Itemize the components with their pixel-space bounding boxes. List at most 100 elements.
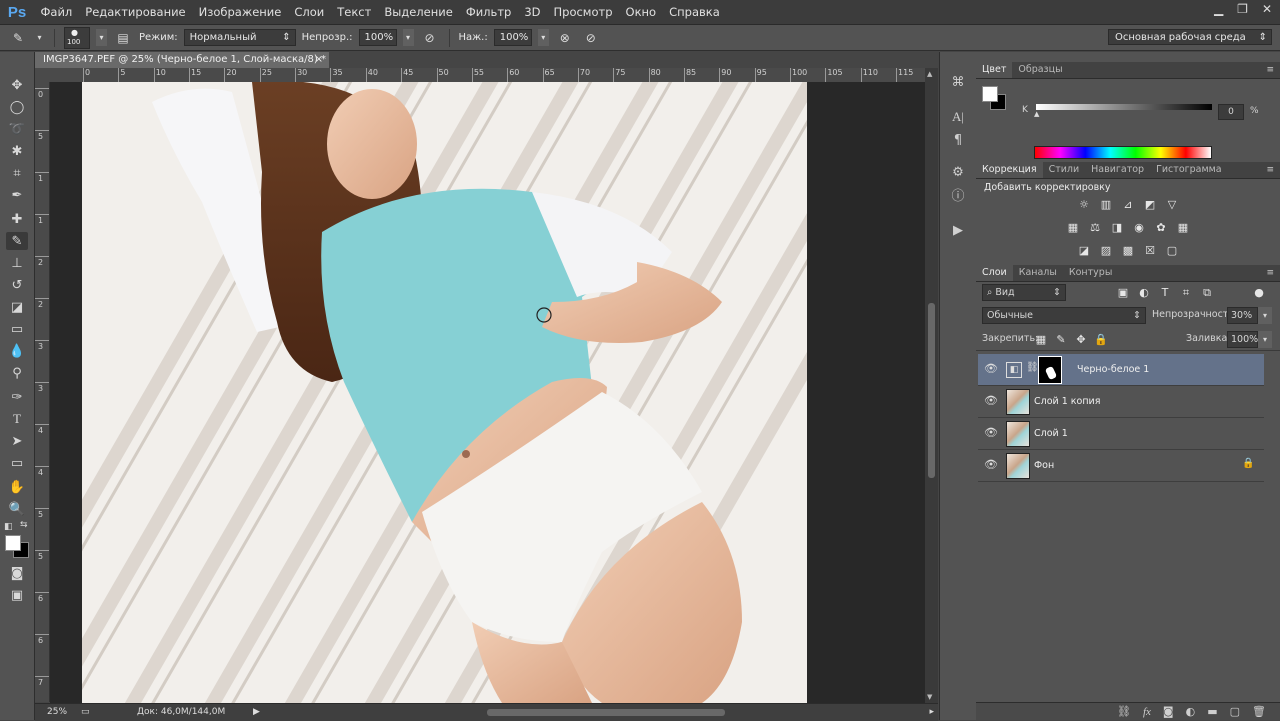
panel-menu-icon[interactable]: ≡ (1266, 62, 1274, 78)
type-tool-icon[interactable]: T (6, 410, 28, 428)
rectangle-tool-icon[interactable]: ▭ (6, 454, 28, 472)
mask-link-icon[interactable]: ⛓ (1026, 362, 1039, 373)
menu-edit[interactable]: Редактирование (79, 5, 192, 19)
visibility-eye-icon[interactable]: 👁 (984, 426, 998, 440)
layer-style-icon[interactable]: fx (1143, 703, 1151, 720)
menu-window[interactable]: Окно (619, 5, 663, 19)
hue-saturation-icon[interactable]: ⚖ (1088, 221, 1102, 234)
quick-mask-icon[interactable]: ◙ (6, 564, 28, 582)
invert-icon[interactable]: ◪ (1077, 244, 1091, 257)
gradient-map-icon[interactable]: ☒ (1143, 244, 1157, 257)
new-layer-icon[interactable]: ▢ (1230, 703, 1240, 720)
brush-tool-icon[interactable]: ✎ (6, 232, 28, 250)
fill-dropdown[interactable]: ▾ (1258, 331, 1272, 348)
filter-toggle-icon[interactable]: ● (1252, 286, 1266, 299)
document-tab[interactable]: IMGP3647.PEF @ 25% (Черно-белое 1, Слой-… (35, 52, 329, 68)
layer-row[interactable]: 👁 Фон 🔒 (978, 450, 1264, 482)
selective-color-icon[interactable]: ▢ (1165, 244, 1179, 257)
airbrush-icon[interactable]: ⊗ (555, 29, 575, 47)
opacity-dropdown[interactable]: ▾ (402, 29, 414, 46)
lasso-tool-icon[interactable]: ➰ (6, 120, 28, 138)
tab-navigator[interactable]: Навигатор (1085, 162, 1150, 178)
brush-size-dropdown[interactable]: ▾ (96, 29, 107, 46)
menu-file[interactable]: Файл (34, 5, 79, 19)
restore-button[interactable]: ❐ (1237, 2, 1248, 16)
zoom-tool-icon[interactable]: 🔍 (6, 500, 28, 518)
gradient-triangle-icon[interactable]: ▽ (1165, 198, 1179, 211)
brush-panel-toggle-icon[interactable]: ▤ (113, 29, 133, 47)
menu-select[interactable]: Выделение (378, 5, 460, 19)
new-group-icon[interactable]: ▬ (1207, 703, 1217, 720)
layer-name[interactable]: Фон (1034, 450, 1054, 481)
vibrance-adjustment-icon[interactable]: ▦ (1066, 221, 1080, 234)
close-document-icon[interactable]: × (315, 52, 323, 68)
layer-opacity-input[interactable]: 30% (1227, 307, 1258, 324)
menu-help[interactable]: Справка (663, 5, 727, 19)
close-button[interactable]: ✕ (1262, 2, 1272, 16)
color-spectrum-bar[interactable] (1034, 146, 1212, 159)
menu-image[interactable]: Изображение (192, 5, 288, 19)
filter-type-icon[interactable]: T (1158, 286, 1172, 299)
pressure-size-icon[interactable]: ⊘ (581, 29, 601, 47)
eyedropper-tool-icon[interactable]: ✒ (6, 186, 28, 204)
pressure-opacity-icon[interactable]: ⊘ (420, 29, 440, 47)
scroll-right-icon[interactable]: ▸ (929, 704, 934, 721)
gray-slider-track[interactable] (1036, 104, 1212, 110)
vertical-scroll-thumb[interactable] (928, 303, 935, 478)
default-colors-icon[interactable]: ◧ (4, 522, 13, 532)
menu-view[interactable]: Просмотр (547, 5, 619, 19)
lock-position-icon[interactable]: ✥ (1074, 333, 1088, 346)
tab-layers[interactable]: Слои (976, 265, 1013, 281)
layer-opacity-dropdown[interactable]: ▾ (1258, 307, 1272, 324)
filter-adjustment-icon[interactable]: ◐ (1137, 286, 1151, 299)
slider-handle-icon[interactable]: ▲ (1034, 110, 1039, 118)
panel-menu-icon[interactable]: ≡ (1266, 265, 1274, 281)
threshold-icon[interactable]: ▩ (1121, 244, 1135, 257)
delete-layer-icon[interactable]: 🗑 (1252, 703, 1266, 720)
minimize-button[interactable]: ▁ (1214, 2, 1223, 16)
posterize-icon[interactable]: ▨ (1099, 244, 1113, 257)
layer-filter-select[interactable]: ⌕ Вид ⇕ (982, 284, 1066, 301)
pen-tool-icon[interactable]: ✑ (6, 388, 28, 406)
visibility-eye-icon[interactable]: 👁 (984, 458, 998, 472)
layer-row[interactable]: 👁 ◧ ⛓ Черно-белое 1 (978, 354, 1264, 386)
new-adjustment-icon[interactable]: ◐ (1186, 703, 1196, 720)
vertical-ruler[interactable]: 0 5 1 1 2 2 3 3 4 4 5 5 6 6 7 (35, 82, 50, 702)
curves-adjustment-icon[interactable]: ⊿ (1121, 198, 1135, 211)
filter-pixel-icon[interactable]: ▣ (1116, 286, 1130, 299)
dodge-tool-icon[interactable]: ⚲ (6, 364, 28, 382)
lock-pixels-icon[interactable]: ✎ (1054, 333, 1068, 346)
actions-panel-icon[interactable]: ▶ (948, 222, 968, 240)
color-lookup-icon[interactable]: ▦ (1176, 221, 1190, 234)
clone-stamp-tool-icon[interactable]: ⊥ (6, 254, 28, 272)
brush-tool-preset-icon[interactable]: ✎ (8, 29, 28, 47)
swap-colors-icon[interactable]: ⇆ (20, 520, 28, 530)
tab-styles[interactable]: Стили (1043, 162, 1086, 178)
filter-smart-object-icon[interactable]: ⧉ (1200, 286, 1214, 299)
menu-type[interactable]: Текст (331, 5, 378, 19)
tool-presets-icon[interactable]: ⚙ (948, 164, 968, 182)
photo-filter-icon[interactable]: ◉ (1132, 221, 1146, 234)
history-panel-icon[interactable]: ⌘ (948, 74, 968, 92)
tab-adjustments[interactable]: Коррекция (976, 162, 1043, 178)
tab-swatches[interactable]: Образцы (1012, 62, 1068, 78)
levels-adjustment-icon[interactable]: ▥ (1099, 198, 1113, 211)
visibility-eye-icon[interactable]: 👁 (984, 394, 998, 408)
tab-color[interactable]: Цвет (976, 62, 1013, 78)
blend-mode-select[interactable]: Обычные ⇕ (982, 307, 1146, 324)
flow-input[interactable]: 100% (493, 29, 532, 46)
character-panel-icon[interactable]: A| (948, 108, 968, 126)
info-panel-icon[interactable]: ⓘ (948, 188, 968, 206)
lock-all-icon[interactable]: 🔒 (1094, 333, 1108, 346)
color-panel-fg-swatch[interactable] (982, 86, 998, 102)
tab-channels[interactable]: Каналы (1013, 265, 1063, 281)
layer-row[interactable]: 👁 Слой 1 (978, 418, 1264, 450)
menu-3d[interactable]: 3D (518, 5, 547, 19)
brush-size-picker[interactable]: ● 100 (64, 26, 90, 49)
mode-select[interactable]: Нормальный ⇕ (183, 29, 296, 46)
paragraph-panel-icon[interactable]: ¶ (948, 132, 968, 150)
filter-shape-icon[interactable]: ⌗ (1179, 286, 1193, 299)
tool-preset-dropdown[interactable]: ▾ (34, 29, 45, 46)
layer-name[interactable]: Слой 1 копия (1034, 386, 1100, 417)
layer-row[interactable]: 👁 Слой 1 копия (978, 386, 1264, 418)
